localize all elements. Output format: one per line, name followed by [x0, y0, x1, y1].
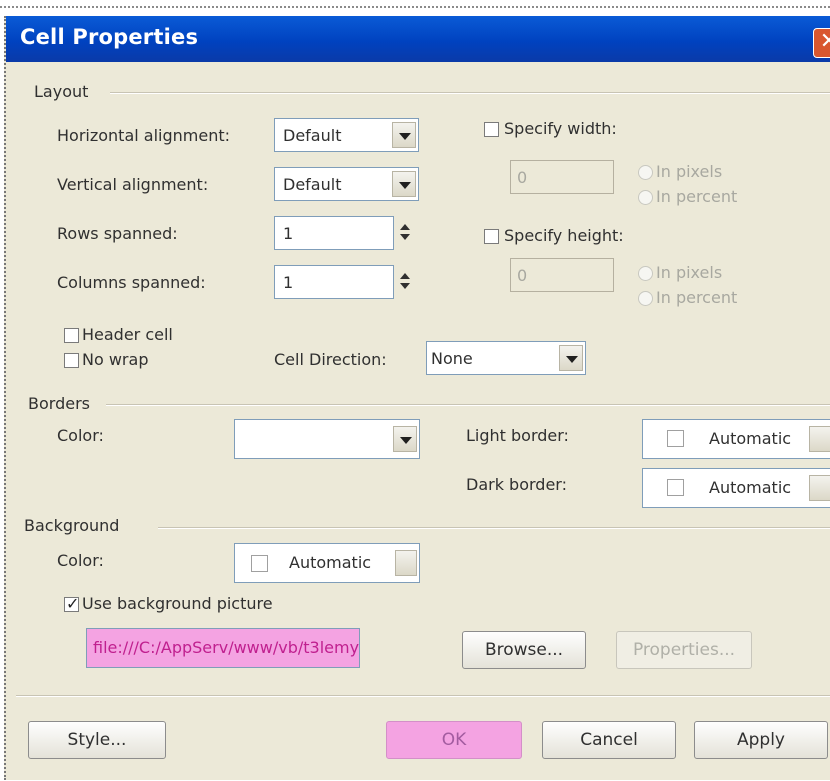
horizontal-alignment-label: Horizontal alignment:: [57, 126, 231, 145]
rows-spanned-value: 1: [283, 224, 294, 243]
width-in-pixels-label: In pixels: [656, 162, 723, 181]
light-border-swatch: [667, 430, 684, 447]
borders-heading: Borders: [28, 394, 90, 413]
chevron-down-icon[interactable]: [392, 122, 416, 148]
width-input: 0: [510, 160, 614, 194]
no-wrap-checkbox[interactable]: [64, 353, 79, 368]
columns-spanned-label: Columns spanned:: [57, 273, 206, 292]
cell-direction-select[interactable]: None: [426, 341, 586, 375]
vertical-alignment-select[interactable]: Default: [274, 167, 419, 201]
border-color-label: Color:: [57, 426, 104, 445]
background-color-select[interactable]: Automatic: [234, 543, 420, 583]
width-value: 0: [517, 168, 528, 187]
cell-direction-value: None: [431, 349, 473, 368]
height-in-percent-label: In percent: [656, 288, 738, 307]
cancel-button[interactable]: Cancel: [542, 721, 676, 759]
height-value: 0: [517, 266, 528, 285]
specify-height-checkbox[interactable]: [484, 229, 499, 244]
arrow-up-icon[interactable]: [400, 224, 410, 230]
borders-divider: [106, 404, 830, 406]
height-in-percent-radio: [638, 291, 653, 306]
chevron-down-icon[interactable]: [559, 345, 583, 371]
arrow-up-icon[interactable]: [400, 273, 410, 279]
specify-width-checkbox[interactable]: [484, 122, 499, 137]
height-in-pixels-label: In pixels: [656, 263, 723, 282]
footer-divider: [16, 695, 830, 697]
background-picture-path-value: file:///C:/AppServ/www/vb/t3lemy/n: [93, 638, 360, 657]
dark-border-select[interactable]: Automatic: [642, 468, 830, 508]
ok-button[interactable]: OK: [386, 721, 522, 759]
columns-spanned-value: 1: [283, 273, 294, 292]
width-in-percent-label: In percent: [656, 187, 738, 206]
cell-direction-label: Cell Direction:: [274, 350, 387, 369]
columns-spanned-stepper[interactable]: [394, 265, 418, 299]
light-border-label: Light border:: [466, 426, 569, 445]
vertical-alignment-label: Vertical alignment:: [57, 175, 209, 194]
columns-spanned-input[interactable]: 1: [274, 265, 394, 299]
light-border-select[interactable]: Automatic: [642, 419, 830, 459]
close-icon[interactable]: ✕: [813, 28, 830, 58]
dialog-title: Cell Properties: [20, 25, 199, 49]
close-glyph: ✕: [819, 29, 830, 54]
arrow-down-icon[interactable]: [400, 283, 410, 289]
header-cell-checkbox[interactable]: [64, 328, 79, 343]
title-bar[interactable]: Cell Properties ✕: [6, 16, 830, 62]
dark-border-swatch: [667, 479, 684, 496]
layout-divider: [110, 92, 830, 94]
vertical-alignment-value: Default: [283, 175, 342, 194]
dark-border-label: Dark border:: [466, 475, 567, 494]
header-cell-label: Header cell: [82, 325, 173, 344]
background-color-swatch: [251, 555, 268, 572]
chevron-down-icon[interactable]: [395, 550, 417, 576]
browse-button[interactable]: Browse...: [462, 631, 586, 669]
apply-button[interactable]: Apply: [694, 721, 828, 759]
light-border-value: Automatic: [709, 429, 792, 448]
rows-spanned-input[interactable]: 1: [274, 216, 394, 250]
use-background-picture-checkbox[interactable]: [64, 594, 79, 613]
border-color-select[interactable]: [234, 419, 420, 459]
layout-heading: Layout: [34, 82, 89, 101]
chevron-down-icon[interactable]: [392, 171, 416, 197]
horizontal-alignment-select[interactable]: Default: [274, 118, 419, 152]
style-button[interactable]: Style...: [28, 721, 166, 759]
background-color-label: Color:: [57, 551, 104, 570]
dark-border-value: Automatic: [709, 478, 792, 497]
width-in-pixels-radio: [638, 165, 653, 180]
rows-spanned-stepper[interactable]: [394, 216, 418, 250]
properties-button: Properties...: [616, 631, 752, 669]
height-input: 0: [510, 258, 614, 292]
selection-marquee: [0, 6, 830, 8]
use-background-picture-label: Use background picture: [82, 594, 273, 613]
width-in-percent-radio: [638, 190, 653, 205]
cell-properties-dialog: Cell Properties ✕ Layout Horizontal alig…: [4, 16, 830, 780]
arrow-down-icon[interactable]: [400, 234, 410, 240]
background-picture-path-input[interactable]: file:///C:/AppServ/www/vb/t3lemy/n: [86, 628, 360, 668]
specify-width-label: Specify width:: [504, 119, 617, 138]
chevron-down-icon[interactable]: [393, 426, 417, 452]
height-in-pixels-radio: [638, 266, 653, 281]
chevron-down-icon[interactable]: [809, 475, 830, 501]
chevron-down-icon[interactable]: [809, 426, 830, 452]
horizontal-alignment-value: Default: [283, 126, 342, 145]
rows-spanned-label: Rows spanned:: [57, 224, 178, 243]
background-color-value: Automatic: [289, 553, 372, 572]
no-wrap-label: No wrap: [82, 350, 149, 369]
background-heading: Background: [24, 516, 120, 535]
specify-height-label: Specify height:: [504, 226, 624, 245]
background-divider: [158, 527, 830, 529]
